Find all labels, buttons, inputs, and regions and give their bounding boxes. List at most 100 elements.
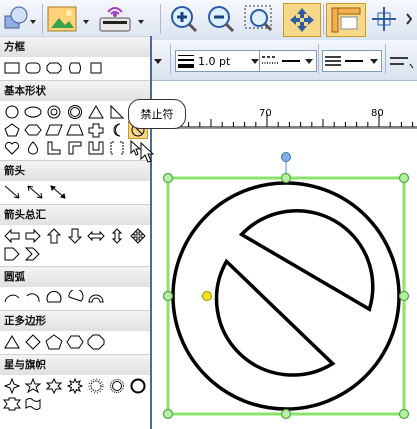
heart-shape-icon[interactable] xyxy=(3,140,21,156)
snap-grid-button[interactable] xyxy=(368,3,400,35)
polygon-triangle-shape-icon[interactable] xyxy=(3,334,21,350)
section-header-stars-banners[interactable]: 星与旗帜 xyxy=(0,354,150,375)
right-block-arrow-shape-icon[interactable] xyxy=(24,228,42,244)
quad-block-arrow-shape-icon[interactable] xyxy=(129,228,147,244)
rounded-rectangle-shape-icon[interactable] xyxy=(24,60,42,76)
resize-handle-bottom-right[interactable] xyxy=(398,408,410,420)
zoom-out-button[interactable] xyxy=(205,3,237,35)
ruler-label-70: 70 xyxy=(259,108,272,119)
resize-handle-top[interactable] xyxy=(280,172,292,184)
shape-tool-button[interactable] xyxy=(2,3,38,35)
small-square-shape-icon[interactable] xyxy=(87,60,105,76)
chevron-shape-icon[interactable] xyxy=(24,246,42,262)
chord-shape-icon[interactable] xyxy=(45,290,63,306)
polygon-hexagon-shape-icon[interactable] xyxy=(66,334,84,350)
toolbar-dropdown-arrow[interactable] xyxy=(152,52,164,72)
resize-handle-bottom-left[interactable] xyxy=(162,408,174,420)
resize-handle-right[interactable] xyxy=(398,290,410,302)
rectangle-shape-icon[interactable] xyxy=(3,60,21,76)
picture-button[interactable] xyxy=(45,3,93,35)
u-shape-icon[interactable] xyxy=(87,140,105,156)
resize-handle-bottom[interactable] xyxy=(280,408,292,420)
section-polygons xyxy=(0,331,150,354)
ruler-toggle-button[interactable] xyxy=(326,3,366,37)
picture-icon xyxy=(47,6,89,32)
hexagon-shape-icon[interactable] xyxy=(24,122,42,138)
circle-shape-icon[interactable] xyxy=(3,104,21,120)
media-button[interactable] xyxy=(96,3,150,35)
ruler-icon xyxy=(331,7,361,33)
resize-handle-left[interactable] xyxy=(162,290,174,302)
arrow-both-shape-icon[interactable] xyxy=(49,184,69,200)
drawing-canvas[interactable] xyxy=(152,129,417,429)
star-5-shape-icon[interactable] xyxy=(24,378,42,394)
donut-shape-icon[interactable] xyxy=(66,104,84,120)
octagon-box-shape-icon[interactable] xyxy=(45,60,63,76)
rotate-handle[interactable] xyxy=(281,152,291,162)
toolbar-overflow-button[interactable] xyxy=(403,3,417,35)
section-header-polygons[interactable]: 正多边形 xyxy=(0,310,150,331)
star-16-shape-icon[interactable] xyxy=(87,378,105,394)
adjust-handle[interactable] xyxy=(202,291,212,301)
bracket-shape-icon[interactable] xyxy=(108,140,126,156)
section-header-block-arrows[interactable]: 箭头总汇 xyxy=(0,204,150,225)
cross-shape-icon[interactable] xyxy=(87,122,105,138)
section-arcs xyxy=(0,287,150,310)
arrow-style-select[interactable] xyxy=(388,50,416,72)
flow-box-shape-icon[interactable] xyxy=(66,60,84,76)
down-block-arrow-shape-icon[interactable] xyxy=(66,228,84,244)
pentagon-shape-icon[interactable] xyxy=(3,122,21,138)
left-block-arrow-shape-icon[interactable] xyxy=(3,228,21,244)
l-shape-icon[interactable] xyxy=(45,140,63,156)
canvas-drawing xyxy=(162,152,410,420)
polygon-octagon-shape-icon[interactable] xyxy=(87,334,105,350)
parallelogram-shape-icon[interactable] xyxy=(45,122,63,138)
line-width-select[interactable]: 1.0 pt xyxy=(175,50,263,72)
zoom-selection-button[interactable] xyxy=(243,3,277,35)
mouse-cursor-icon xyxy=(140,142,154,163)
up-block-arrow-shape-icon[interactable] xyxy=(45,228,63,244)
polygon-pentagon-shape-icon[interactable] xyxy=(45,334,63,350)
resize-handle-top-right[interactable] xyxy=(398,172,410,184)
section-header-arcs[interactable]: 圆弧 xyxy=(0,266,150,287)
arc-shape-icon[interactable] xyxy=(3,290,21,306)
dash-style-select[interactable] xyxy=(259,50,317,72)
section-header-boxes[interactable]: 方框 xyxy=(0,36,150,57)
pentagon-arrow-shape-icon[interactable] xyxy=(3,246,21,262)
ring-shape-icon[interactable] xyxy=(45,104,63,120)
star-4-shape-icon[interactable] xyxy=(3,378,21,394)
trapezoid-shape-icon[interactable] xyxy=(66,122,84,138)
star-8-shape-icon[interactable] xyxy=(66,378,84,394)
block-arc-shape-icon[interactable] xyxy=(87,290,105,306)
pie-shape-icon[interactable] xyxy=(66,290,84,306)
line-width-icon xyxy=(178,55,194,68)
arc-2-shape-icon[interactable] xyxy=(24,290,42,306)
ribbon-shape-icon[interactable] xyxy=(3,396,21,412)
up-down-block-arrow-shape-icon[interactable] xyxy=(108,228,126,244)
star-32-shape-icon[interactable] xyxy=(129,378,147,394)
zoom-in-button[interactable] xyxy=(168,3,200,35)
line-style-select[interactable] xyxy=(322,50,382,72)
fit-page-button[interactable] xyxy=(283,3,321,37)
section-header-arrows[interactable]: 箭头 xyxy=(0,160,150,181)
arrow-double-shape-icon[interactable] xyxy=(26,184,46,200)
left-right-block-arrow-shape-icon[interactable] xyxy=(87,228,105,244)
moon-shape-icon[interactable] xyxy=(108,122,126,138)
resize-handle-top-left[interactable] xyxy=(162,172,174,184)
teardrop-shape-icon[interactable] xyxy=(24,140,42,156)
section-arrows xyxy=(0,181,150,204)
star-6-shape-icon[interactable] xyxy=(45,378,63,394)
media-icon xyxy=(99,7,144,32)
wave-banner-shape-icon[interactable] xyxy=(24,396,42,412)
top-toolbar xyxy=(0,0,417,41)
arrow-down-right-shape-icon[interactable] xyxy=(3,184,23,200)
right-triangle-shape-icon[interactable] xyxy=(108,104,126,120)
ellipse-shape-icon[interactable] xyxy=(24,104,42,120)
corner-shape-icon[interactable] xyxy=(66,140,84,156)
triangle-shape-icon[interactable] xyxy=(87,104,105,120)
solid-line-icon xyxy=(282,60,300,62)
section-header-basic-shapes[interactable]: 基本形状 xyxy=(0,80,150,101)
section-stars-banners xyxy=(0,375,150,416)
polygon-diamond-shape-icon[interactable] xyxy=(24,334,42,350)
star-24-shape-icon[interactable] xyxy=(108,378,126,394)
